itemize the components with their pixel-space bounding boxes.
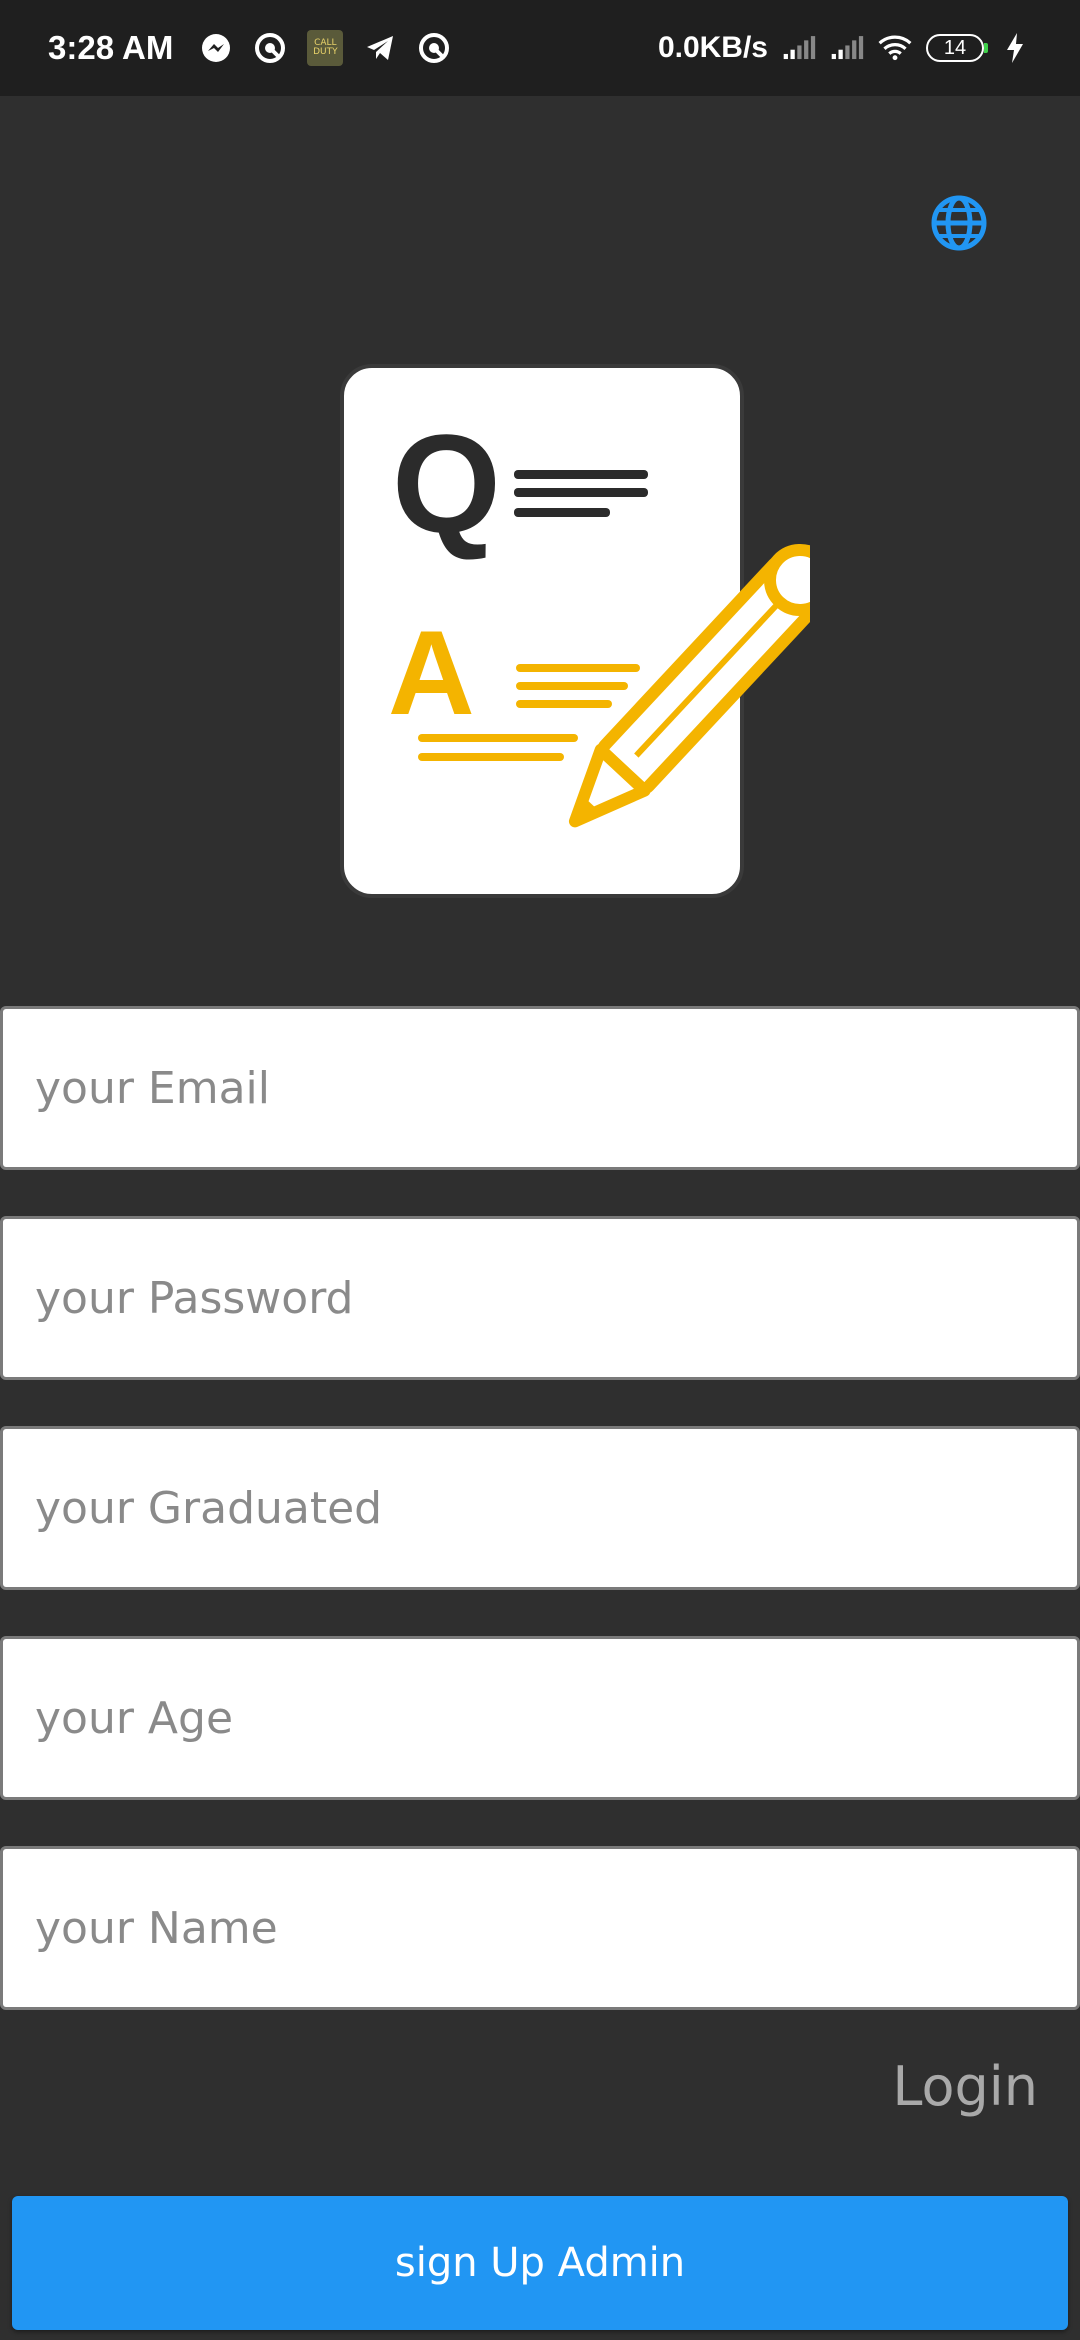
wifi-icon — [878, 31, 912, 65]
signal-icon — [830, 31, 864, 65]
signal-icon — [782, 31, 816, 65]
email-field[interactable] — [0, 1006, 1080, 1170]
quiz-document-pencil-icon: Q A — [340, 364, 836, 898]
app-logo: Q A — [340, 362, 836, 902]
call-of-duty-icon: CALL DUTY — [307, 30, 344, 66]
charging-icon — [998, 31, 1032, 65]
globe-icon — [931, 195, 987, 251]
status-time: 3:28 AM — [48, 29, 174, 66]
name-field[interactable] — [0, 1846, 1080, 2010]
status-bar: 3:28 AM CALL DUTY 0.0KB/s 14 — [0, 0, 1080, 96]
telegram-icon — [363, 31, 397, 65]
vpn-icon — [417, 31, 451, 65]
battery-icon: 14 — [926, 34, 988, 62]
status-bar-right: 0.0KB/s 14 — [658, 31, 1032, 65]
sign-up-admin-button[interactable]: sign Up Admin — [12, 2196, 1068, 2330]
vpn-icon — [253, 31, 287, 65]
logo-letter-q: Q — [392, 405, 501, 562]
graduated-field[interactable] — [0, 1426, 1080, 1590]
password-field[interactable] — [0, 1216, 1080, 1380]
logo-letter-a: A — [388, 606, 475, 740]
language-button[interactable] — [928, 192, 990, 254]
network-speed: 0.0KB/s — [657, 31, 768, 64]
status-bar-left: 3:28 AM CALL DUTY — [48, 29, 658, 67]
age-field[interactable] — [0, 1636, 1080, 1800]
messenger-icon — [199, 31, 233, 65]
battery-level: 14 — [943, 36, 967, 59]
login-link[interactable]: Login — [892, 2055, 1038, 2118]
